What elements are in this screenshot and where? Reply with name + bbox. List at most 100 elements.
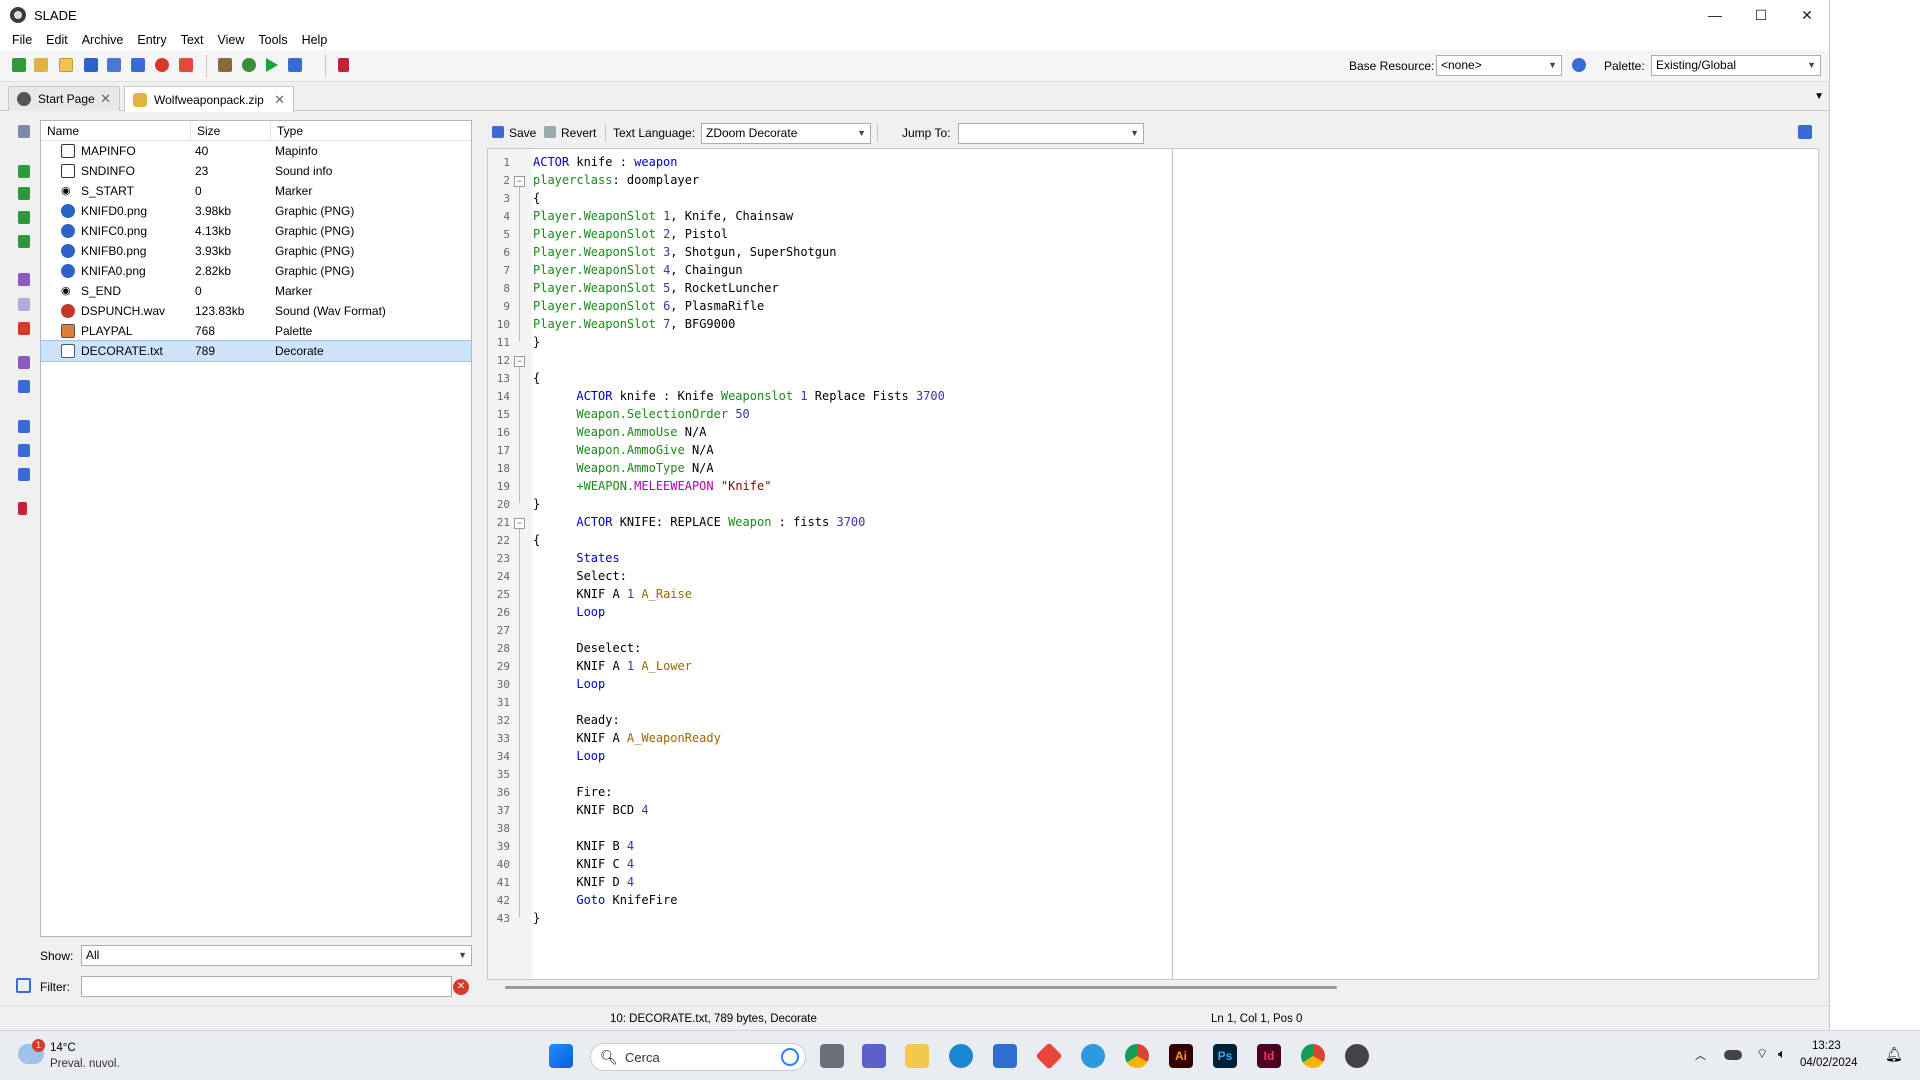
move-down-icon[interactable]: [18, 444, 30, 457]
start-windows-icon[interactable]: [549, 1044, 573, 1068]
edit-icon[interactable]: [18, 356, 30, 369]
menu-archive[interactable]: Archive: [75, 30, 131, 50]
tab-start-page[interactable]: Start Page ✕: [8, 86, 120, 111]
list-item[interactable]: SNDINFO 23 Sound info: [41, 161, 471, 181]
teams-icon[interactable]: [862, 1044, 886, 1068]
fold-toggle-icon[interactable]: −: [514, 518, 525, 529]
jump-to-select[interactable]: ▼: [958, 123, 1144, 144]
horizontal-scrollbar[interactable]: [487, 980, 1819, 998]
new-entry-icon[interactable]: [18, 165, 30, 178]
menu-help[interactable]: Help: [295, 30, 335, 50]
taskbar-search-box[interactable]: 🔍︎ Cerca: [590, 1043, 806, 1071]
column-type[interactable]: Type: [271, 121, 471, 141]
file-explorer-icon[interactable]: [905, 1044, 929, 1068]
chrome-icon[interactable]: [1125, 1044, 1149, 1068]
chrome-profile-icon[interactable]: [1301, 1044, 1325, 1068]
entry-list-header: Name Size Type: [41, 120, 471, 141]
open-archive-icon[interactable]: [34, 58, 48, 72]
list-item[interactable]: KNIFB0.png 3.93kb Graphic (PNG): [41, 241, 471, 261]
menu-view[interactable]: View: [211, 30, 252, 50]
base-resource-select[interactable]: <none> ▼: [1436, 55, 1562, 76]
delete-icon[interactable]: [18, 322, 30, 335]
list-item[interactable]: DSPUNCH.wav 123.83kb Sound (Wav Format): [41, 301, 471, 321]
save-icon[interactable]: [84, 58, 98, 72]
list-item[interactable]: KNIFA0.png 2.82kb Graphic (PNG): [41, 261, 471, 281]
menu-text[interactable]: Text: [174, 30, 211, 50]
rename-disabled-icon[interactable]: [18, 298, 30, 311]
new-archive-icon[interactable]: [12, 58, 26, 72]
gear-icon[interactable]: [1572, 58, 1586, 72]
volume-icon[interactable]: 🔈︎: [1778, 1046, 1786, 1062]
fold-toggle-icon[interactable]: −: [514, 356, 525, 367]
rename-icon[interactable]: [18, 273, 30, 286]
list-item[interactable]: ◉ S_END 0 Marker: [41, 281, 471, 301]
tab-list-chevron-icon[interactable]: ▼: [1814, 91, 1824, 102]
bookmark-icon[interactable]: [18, 502, 27, 515]
list-item[interactable]: PLAYPAL 768 Palette: [41, 321, 471, 341]
column-size[interactable]: Size: [191, 120, 271, 141]
code-line: KNIF B 4: [533, 839, 635, 853]
script-manager-icon[interactable]: [218, 58, 232, 72]
tray-chevron-icon[interactable]: ︿: [1695, 1047, 1706, 1063]
indesign-icon[interactable]: Id: [1257, 1044, 1281, 1068]
filter-input[interactable]: [81, 976, 452, 997]
photoshop-icon[interactable]: Ps: [1213, 1044, 1237, 1068]
show-select[interactable]: All ▼: [81, 945, 472, 966]
save-icon[interactable]: [492, 126, 504, 138]
menu-edit[interactable]: Edit: [39, 30, 75, 50]
menu-file[interactable]: File: [5, 30, 39, 50]
onedrive-icon[interactable]: [1724, 1050, 1742, 1060]
move-up-icon[interactable]: [18, 420, 30, 433]
compile-icon[interactable]: [1798, 125, 1812, 139]
edit-as-text-icon[interactable]: [18, 380, 30, 393]
tab-wolfweaponpack[interactable]: Wolfweaponpack.zip ✕: [124, 86, 294, 112]
tab-close-icon[interactable]: ✕: [274, 92, 285, 108]
red-diamond-app-icon[interactable]: [1035, 1042, 1063, 1070]
copy-icon[interactable]: [18, 125, 30, 138]
save-as-icon[interactable]: [107, 58, 121, 72]
maximize-button[interactable]: ☐: [1738, 0, 1784, 30]
fold-toggle-icon[interactable]: −: [514, 176, 525, 187]
menu-tools[interactable]: Tools: [251, 30, 294, 50]
export-icon[interactable]: [18, 235, 30, 248]
text-language-select[interactable]: ZDoom Decorate ▼: [701, 123, 871, 144]
list-item[interactable]: ◉ S_START 0 Marker: [41, 181, 471, 201]
edge-icon[interactable]: [949, 1044, 973, 1068]
slade-taskbar-icon[interactable]: [1345, 1044, 1369, 1068]
close-archive-icon[interactable]: [155, 58, 169, 72]
revert-button[interactable]: Revert: [561, 126, 596, 140]
save-button[interactable]: Save: [509, 126, 536, 140]
save-all-icon[interactable]: [131, 58, 145, 72]
run-icon[interactable]: [266, 58, 278, 72]
list-item[interactable]: KNIFD0.png 3.98kb Graphic (PNG): [41, 201, 471, 221]
bug-icon[interactable]: [242, 58, 256, 72]
sort-icon[interactable]: [18, 468, 30, 481]
bookmark-icon[interactable]: [338, 58, 349, 72]
menu-entry[interactable]: Entry: [130, 30, 173, 50]
minimize-button[interactable]: —: [1692, 0, 1738, 30]
import-icon[interactable]: [18, 211, 30, 224]
wrench-icon[interactable]: [288, 58, 302, 72]
task-view-icon[interactable]: [820, 1044, 844, 1068]
list-item[interactable]: KNIFC0.png 4.13kb Graphic (PNG): [41, 221, 471, 241]
clock-date[interactable]: 04/02/2024: [1800, 1057, 1858, 1069]
palette-select[interactable]: Existing/Global ▼: [1651, 55, 1821, 76]
close-button[interactable]: ✕: [1784, 0, 1829, 30]
help-app-icon[interactable]: [1081, 1044, 1105, 1068]
illustrator-icon[interactable]: Ai: [1169, 1044, 1193, 1068]
code-editor[interactable]: 1 2 3 4 5 6 7 8 9 10 11 12 13 14 15 16 17 18 19 20 21 22 23 24 2…: [487, 148, 1819, 980]
tab-close-icon[interactable]: ✕: [100, 91, 111, 107]
store-icon[interactable]: [993, 1044, 1017, 1068]
column-name[interactable]: Name: [41, 120, 191, 141]
list-item[interactable]: DECORATE.txt 789 Decorate: [40, 340, 472, 362]
open-directory-icon[interactable]: [59, 58, 73, 72]
notification-bell-icon[interactable]: 🔔︎: [1885, 1046, 1903, 1063]
list-item[interactable]: MAPINFO 40 Mapinfo: [41, 141, 471, 161]
wifi-icon[interactable]: ⌔: [1756, 1046, 1768, 1062]
scrollbar-thumb[interactable]: [505, 986, 1337, 989]
clear-filter-icon[interactable]: ✕: [453, 979, 469, 995]
close-all-icon[interactable]: [179, 58, 193, 72]
clock-time[interactable]: 13:23: [1812, 1040, 1841, 1052]
revert-icon[interactable]: [544, 126, 556, 138]
new-dir-icon[interactable]: [18, 187, 30, 200]
